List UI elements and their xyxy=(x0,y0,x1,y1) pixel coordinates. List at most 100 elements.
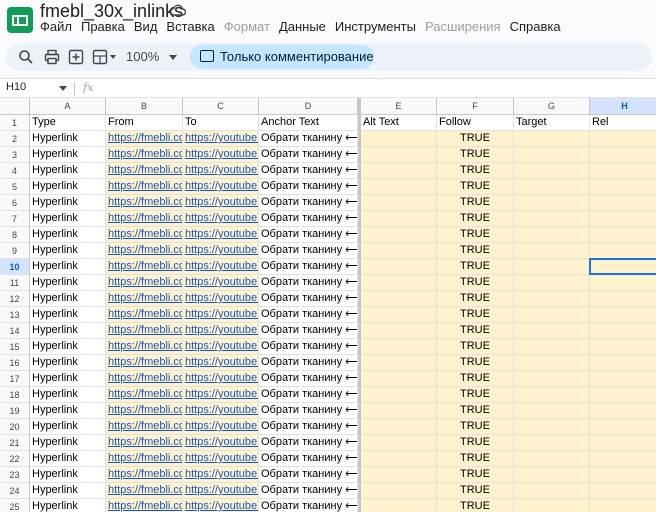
cell-e[interactable] xyxy=(361,195,437,211)
cell-c[interactable]: https://youtube.com xyxy=(183,403,259,419)
cell-h[interactable] xyxy=(590,307,656,323)
cell-f[interactable]: TRUE xyxy=(437,435,514,451)
cell-g[interactable] xyxy=(514,403,590,419)
cell-d[interactable]: Обрати тканину ⟵ xyxy=(259,435,358,451)
row-header[interactable]: 8 xyxy=(0,227,30,243)
row-header[interactable]: 24 xyxy=(0,483,30,499)
cell-a[interactable]: Type xyxy=(30,115,106,131)
cell-c[interactable]: https://youtube.com xyxy=(183,435,259,451)
cell-h[interactable] xyxy=(590,243,656,259)
namebox-chevron-icon[interactable] xyxy=(59,86,67,91)
cell-b[interactable]: https://fmebli.com xyxy=(106,259,183,275)
cell-b[interactable]: https://fmebli.com xyxy=(106,275,183,291)
cell-h[interactable] xyxy=(590,147,656,163)
search-icon[interactable] xyxy=(18,49,34,65)
cell-f[interactable]: TRUE xyxy=(437,275,514,291)
cell-g[interactable] xyxy=(514,243,590,259)
cloud-saved-icon[interactable] xyxy=(170,3,186,17)
menu-item[interactable]: Расширения xyxy=(425,18,501,36)
menu-item[interactable]: Данные xyxy=(279,18,326,36)
row-header[interactable]: 17 xyxy=(0,371,30,387)
cell-g[interactable] xyxy=(514,179,590,195)
zoom-select[interactable]: 100% xyxy=(126,49,159,64)
cell-d[interactable]: Обрати тканину ⟵ xyxy=(259,147,358,163)
column-header-b[interactable]: B xyxy=(106,98,183,115)
cell-c[interactable]: https://youtube.com xyxy=(183,499,259,512)
cell-g[interactable] xyxy=(514,339,590,355)
column-header-e[interactable]: E xyxy=(361,98,437,115)
zoom-chevron-icon[interactable] xyxy=(169,55,177,60)
cell-b[interactable]: https://fmebli.com xyxy=(106,291,183,307)
cell-f[interactable]: TRUE xyxy=(437,195,514,211)
cell-c[interactable]: https://youtube.com xyxy=(183,211,259,227)
cell-f[interactable]: TRUE xyxy=(437,227,514,243)
cell-d[interactable]: Обрати тканину ⟵ xyxy=(259,179,358,195)
cell-d[interactable]: Обрати тканину ⟵ xyxy=(259,195,358,211)
cell-f[interactable]: TRUE xyxy=(437,211,514,227)
cell-e[interactable]: Alt Text xyxy=(361,115,437,131)
cell-g[interactable] xyxy=(514,355,590,371)
cell-g[interactable] xyxy=(514,435,590,451)
row-header[interactable]: 2 xyxy=(0,131,30,147)
cell-g[interactable] xyxy=(514,163,590,179)
cell-b[interactable]: https://fmebli.com xyxy=(106,323,183,339)
row-header[interactable]: 13 xyxy=(0,307,30,323)
column-header-a[interactable]: A xyxy=(30,98,106,115)
cell-a[interactable]: Hyperlink xyxy=(30,147,106,163)
cell-c[interactable]: https://youtube.com xyxy=(183,419,259,435)
cell-c[interactable]: https://youtube.com xyxy=(183,387,259,403)
cell-d[interactable]: Обрати тканину ⟵ xyxy=(259,323,358,339)
cell-a[interactable]: Hyperlink xyxy=(30,179,106,195)
cell-f[interactable]: TRUE xyxy=(437,243,514,259)
cell-e[interactable] xyxy=(361,435,437,451)
cell-d[interactable]: Обрати тканину ⟵ xyxy=(259,275,358,291)
cell-d[interactable]: Обрати тканину ⟵ xyxy=(259,259,358,275)
cell-b[interactable]: https://fmebli.com xyxy=(106,371,183,387)
cell-b[interactable]: https://fmebli.com xyxy=(106,483,183,499)
cell-e[interactable] xyxy=(361,147,437,163)
cell-f[interactable]: TRUE xyxy=(437,355,514,371)
cell-e[interactable] xyxy=(361,243,437,259)
cell-a[interactable]: Hyperlink xyxy=(30,243,106,259)
cell-e[interactable] xyxy=(361,259,437,275)
cell-b[interactable]: https://fmebli.com xyxy=(106,451,183,467)
cell-a[interactable]: Hyperlink xyxy=(30,451,106,467)
menu-item[interactable]: Инструменты xyxy=(335,18,416,36)
row-header[interactable]: 22 xyxy=(0,451,30,467)
calculator-icon[interactable] xyxy=(92,49,108,65)
cell-d[interactable]: Обрати тканину ⟵ xyxy=(259,339,358,355)
cell-f[interactable]: TRUE xyxy=(437,291,514,307)
cell-b[interactable]: https://fmebli.com xyxy=(106,355,183,371)
cell-f[interactable]: TRUE xyxy=(437,371,514,387)
cell-b[interactable]: https://fmebli.com xyxy=(106,195,183,211)
menu-item[interactable]: Формат xyxy=(224,18,270,36)
cell-a[interactable]: Hyperlink xyxy=(30,467,106,483)
row-header[interactable]: 1 xyxy=(0,115,30,131)
cell-b[interactable]: https://fmebli.com xyxy=(106,403,183,419)
cell-e[interactable] xyxy=(361,355,437,371)
cell-d[interactable]: Обрати тканину ⟵ xyxy=(259,211,358,227)
column-header-f[interactable]: F xyxy=(437,98,514,115)
cell-c[interactable]: https://youtube.com xyxy=(183,323,259,339)
cell-c[interactable]: To xyxy=(183,115,259,131)
cell-c[interactable]: https://youtube.com xyxy=(183,371,259,387)
cell-g[interactable] xyxy=(514,307,590,323)
cell-h[interactable] xyxy=(590,275,656,291)
cell-h[interactable] xyxy=(590,355,656,371)
cell-b[interactable]: https://fmebli.com xyxy=(106,419,183,435)
cell-e[interactable] xyxy=(361,499,437,512)
cell-h[interactable] xyxy=(590,211,656,227)
cell-f[interactable]: TRUE xyxy=(437,387,514,403)
cell-d[interactable]: Обрати тканину ⟵ xyxy=(259,307,358,323)
cell-b[interactable]: https://fmebli.com xyxy=(106,387,183,403)
cell-d[interactable]: Обрати тканину ⟵ xyxy=(259,291,358,307)
cell-a[interactable]: Hyperlink xyxy=(30,435,106,451)
cell-a[interactable]: Hyperlink xyxy=(30,323,106,339)
cell-a[interactable]: Hyperlink xyxy=(30,291,106,307)
cell-c[interactable]: https://youtube.com xyxy=(183,467,259,483)
column-header-c[interactable]: C xyxy=(183,98,259,115)
cell-e[interactable] xyxy=(361,451,437,467)
cell-h[interactable] xyxy=(590,227,656,243)
cell-b[interactable]: https://fmebli.com xyxy=(106,307,183,323)
cell-h[interactable] xyxy=(590,163,656,179)
